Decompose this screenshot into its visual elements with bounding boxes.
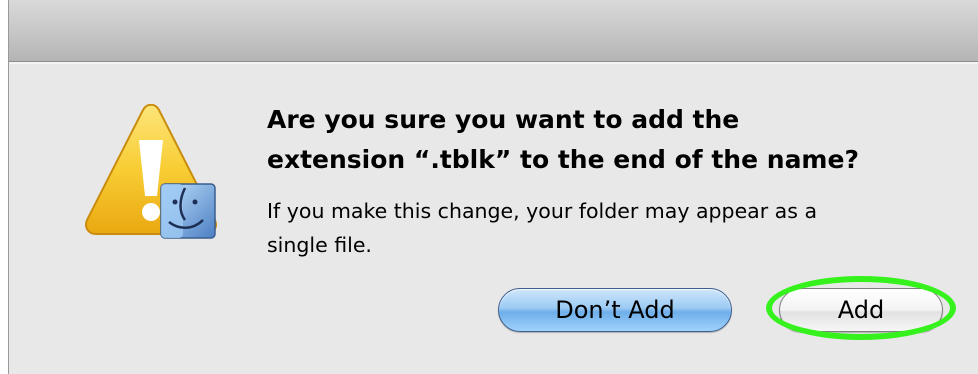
headline-line-2: extension “.tblk” to the end of the name… [267,145,859,174]
screenshot-stage: Are you sure you want to add the extensi… [0,0,978,374]
add-button-label: Add [837,296,885,324]
finder-badge-icon [160,183,216,239]
informative-line-1: If you make this change, your folder may… [267,199,818,223]
caution-icon [85,103,217,239]
caution-finder-icon [81,103,221,244]
add-button[interactable]: Add [779,288,943,332]
dialog-titlebar [9,0,978,62]
alert-headline: Are you sure you want to add the extensi… [267,100,967,180]
titlebar-divider [9,62,978,64]
alert-informative-text: If you make this change, your folder may… [267,194,967,262]
dont-add-button-label: Don’t Add [555,296,675,324]
dont-add-button[interactable]: Don’t Add [498,288,732,332]
headline-line-1: Are you sure you want to add the [267,105,740,134]
alert-dialog: Are you sure you want to add the extensi… [8,0,978,374]
alert-message: Are you sure you want to add the extensi… [267,100,967,262]
informative-line-2: single file. [267,233,372,257]
